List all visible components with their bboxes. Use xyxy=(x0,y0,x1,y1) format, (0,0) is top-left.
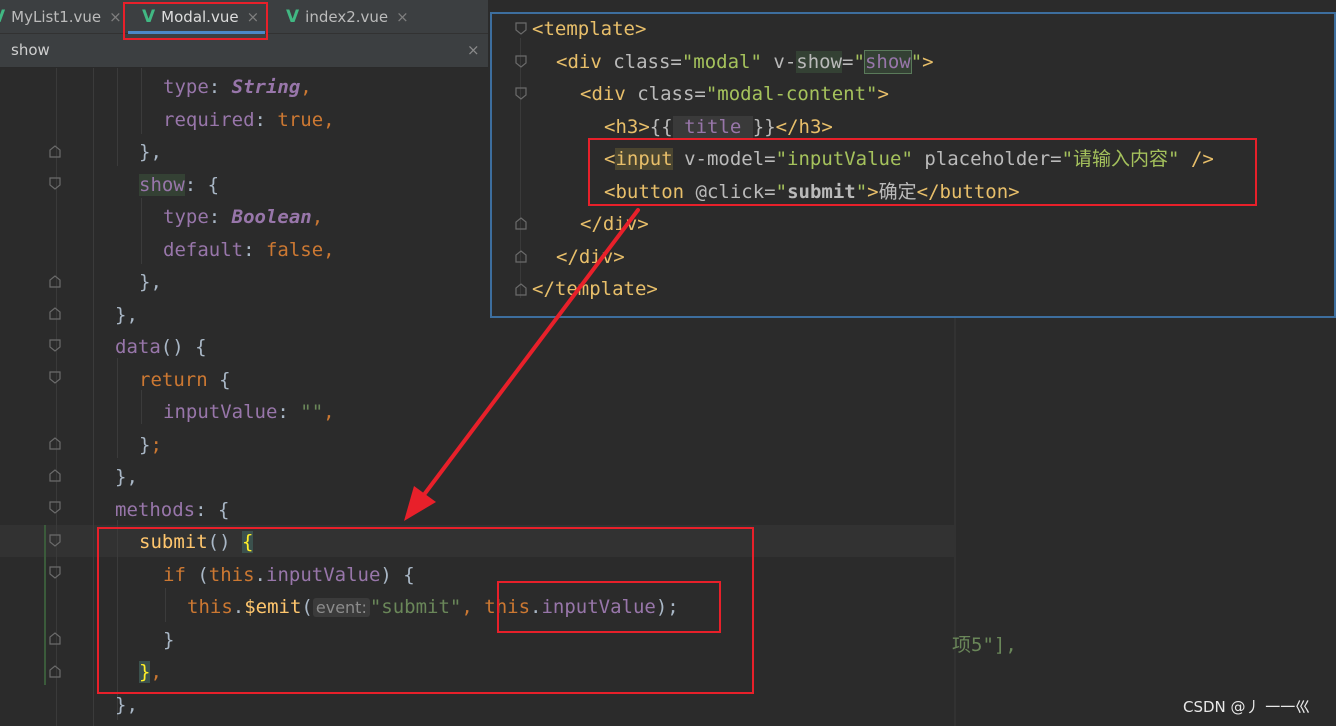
annotation-arrow xyxy=(404,208,640,521)
